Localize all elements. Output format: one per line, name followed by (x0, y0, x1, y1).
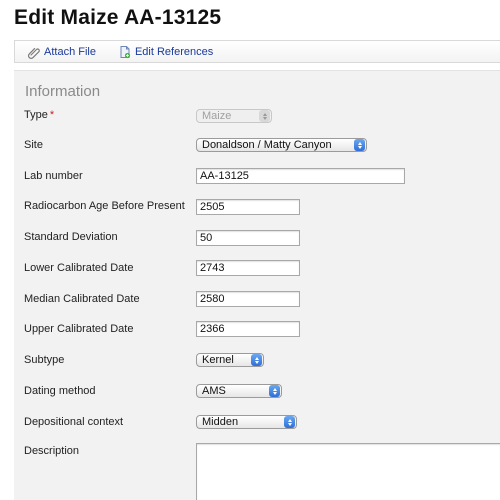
section-title: Information (25, 83, 101, 100)
edit-references-button[interactable]: Edit References (118, 45, 213, 59)
depositional-context-select[interactable]: Midden (196, 415, 297, 429)
select-arrows-icon (284, 416, 295, 428)
document-icon (118, 45, 132, 59)
attach-file-button[interactable]: Attach File (27, 45, 96, 59)
lab-number-label: Lab number (24, 170, 83, 182)
required-marker: * (49, 109, 55, 121)
site-label: Site (24, 139, 43, 151)
depositional-context-label: Depositional context (24, 416, 124, 428)
subtype-label: Subtype (24, 354, 65, 366)
select-arrows-icon (259, 110, 270, 122)
standard-deviation-input[interactable]: 50 (196, 230, 300, 246)
lab-number-input[interactable]: AA-13125 (196, 168, 405, 184)
site-select-value: Donaldson / Matty Canyon (202, 139, 332, 151)
select-arrows-icon (354, 139, 365, 151)
radiocarbon-age-input[interactable]: 2505 (196, 199, 300, 215)
select-arrows-icon (269, 385, 280, 397)
lab-number-value: AA-13125 (200, 170, 249, 182)
lower-calibrated-value: 2743 (200, 262, 225, 274)
dating-method-select-value: AMS (202, 385, 226, 397)
dating-method-label: Dating method (24, 385, 96, 397)
edit-references-label: Edit References (134, 45, 214, 58)
radiocarbon-age-label: Radiocarbon Age Before Present (24, 200, 185, 212)
depositional-context-select-value: Midden (202, 416, 239, 428)
lower-calibrated-input[interactable]: 2743 (196, 260, 300, 276)
type-select-value: Maize (202, 110, 232, 122)
upper-calibrated-value: 2366 (200, 323, 225, 335)
standard-deviation-value: 50 (200, 232, 213, 244)
dating-method-select[interactable]: AMS (196, 384, 282, 398)
description-label: Description (24, 445, 80, 457)
site-select[interactable]: Donaldson / Matty Canyon (196, 138, 367, 152)
median-calibrated-input[interactable]: 2580 (196, 291, 300, 307)
information-panel: Information Type * Maize Site Donaldson /… (14, 70, 500, 500)
page-title: Edit Maize AA-13125 (14, 6, 222, 29)
toolbar: Attach File Edit References (14, 40, 500, 63)
median-calibrated-value: 2580 (200, 293, 225, 305)
upper-calibrated-input[interactable]: 2366 (196, 321, 300, 337)
median-calibrated-label: Median Calibrated Date (24, 293, 140, 305)
standard-deviation-label: Standard Deviation (24, 231, 118, 243)
paperclip-icon (27, 45, 41, 59)
description-textarea[interactable] (196, 443, 500, 500)
type-label: Type * (24, 109, 54, 121)
subtype-select[interactable]: Kernel (196, 353, 264, 367)
attach-file-label: Attach File (44, 45, 96, 58)
select-arrows-icon (251, 354, 262, 366)
subtype-select-value: Kernel (202, 354, 234, 366)
lower-calibrated-label: Lower Calibrated Date (24, 262, 134, 274)
radiocarbon-age-value: 2505 (200, 201, 225, 213)
type-select[interactable]: Maize (196, 109, 272, 123)
type-label-text: Type (24, 109, 48, 121)
upper-calibrated-label: Upper Calibrated Date (24, 323, 134, 335)
